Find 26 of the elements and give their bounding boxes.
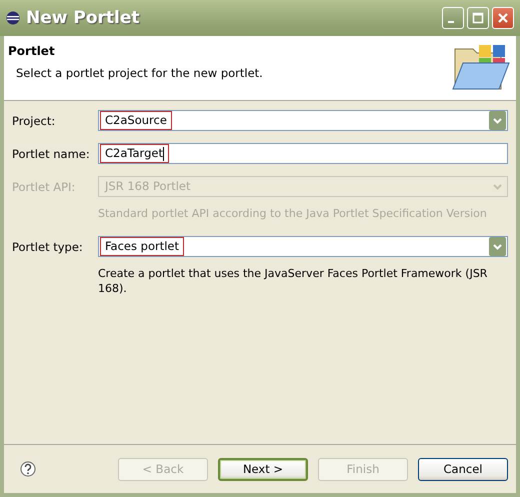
field-description: Create a portlet that uses the JavaServer Faces Portlet Framework (JSR 168). bbox=[98, 266, 488, 296]
field-value: C2aSource bbox=[100, 111, 172, 130]
dialog-button[interactable]: Cancel bbox=[418, 458, 508, 480]
maximize-button[interactable] bbox=[467, 7, 489, 29]
dropdown-field[interactable]: Faces portlet bbox=[98, 236, 508, 257]
field-label: Project: bbox=[12, 114, 56, 128]
dropdown-field[interactable]: C2aSource bbox=[98, 110, 508, 131]
field-value: Faces portlet bbox=[100, 237, 184, 256]
minimize-icon bbox=[448, 21, 454, 23]
window-title: New Portlet bbox=[26, 8, 141, 28]
page-title: Portlet bbox=[8, 44, 56, 58]
field-value: JSR 168 Portlet bbox=[103, 178, 192, 195]
field-label: Portlet type: bbox=[12, 240, 84, 254]
field-label: Portlet API: bbox=[12, 180, 76, 194]
page-description: Select a portlet project for the new portlet. bbox=[16, 66, 264, 80]
minimize-button[interactable] bbox=[442, 7, 464, 29]
close-icon bbox=[497, 12, 509, 24]
dialog-button[interactable]: Next > bbox=[218, 458, 308, 480]
sphere-icon bbox=[6, 11, 20, 25]
input-field[interactable]: C2aTarget bbox=[98, 143, 508, 164]
field-label: Portlet name: bbox=[12, 146, 91, 160]
field-value: C2aTarget bbox=[100, 144, 169, 163]
maximize-icon bbox=[472, 12, 484, 24]
help-icon[interactable] bbox=[20, 461, 36, 477]
close-button[interactable] bbox=[492, 7, 514, 29]
field-description: Standard portlet API according to the Java Portlet Specification Version bbox=[98, 206, 488, 221]
